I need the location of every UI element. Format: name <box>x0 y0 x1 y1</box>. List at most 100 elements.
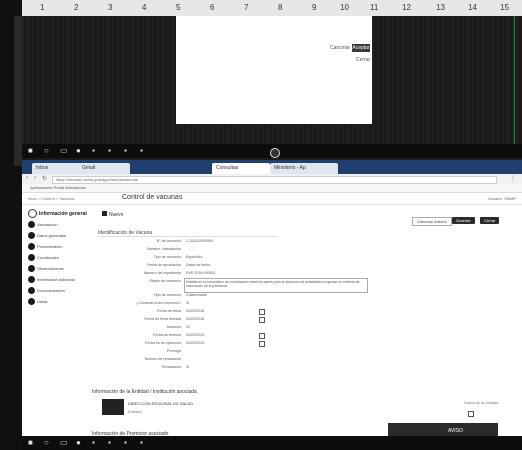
browser-icon[interactable]: ● <box>76 147 81 155</box>
form-row: Renovación Sí <box>94 364 394 371</box>
browser-tab[interactable]: Gmail <box>78 163 130 174</box>
url-input[interactable]: https://intranet.minsa.gob/app/control/v… <box>52 176 497 184</box>
nav-item[interactable]: Condiciones <box>28 254 90 262</box>
folder-icon[interactable]: ▪ <box>92 439 95 447</box>
browser-icon[interactable]: ● <box>76 439 81 447</box>
circle-icon <box>28 243 35 251</box>
form-row: Duración 12 <box>94 324 394 331</box>
cancel-edit-button[interactable]: Cancelar edición <box>412 217 452 226</box>
task-view-icon[interactable]: ▭ <box>60 439 68 447</box>
objective-textarea[interactable]: Establecer el mecanismo de coordinación … <box>184 278 368 293</box>
checkbox[interactable] <box>259 341 265 347</box>
field-value[interactable]: C-2018-0000000 <box>186 238 213 245</box>
main-content: Nuevo Cancelar edición Guardar Cerrar Id… <box>92 205 518 437</box>
nav-item[interactable]: Datos generales <box>28 232 90 240</box>
field-value[interactable]: Colaboración <box>186 292 207 299</box>
close-link[interactable]: Cerrar <box>356 57 370 63</box>
field-value[interactable]: 01/02/2019 <box>186 332 204 339</box>
ruler-tick: 11 <box>370 3 379 12</box>
field-value[interactable]: Datos de fecha <box>186 262 210 269</box>
field-value[interactable]: 12 <box>186 324 190 331</box>
circle-icon <box>28 265 35 273</box>
top-dialog <box>176 16 372 124</box>
ruler-tick: 6 <box>210 3 215 12</box>
breadcrumb[interactable]: Inicio > Control > Vacunas <box>28 196 75 201</box>
association-link[interactable]: Datos de la entidad <box>464 400 498 405</box>
field-value[interactable]: 01/02/2018 <box>186 316 204 323</box>
windows-start-icon[interactable]: ■ <box>28 439 33 447</box>
bookmarks-bar: Aplicaciones Portal Marcadores <box>22 184 522 193</box>
user-info[interactable]: Usuario: SMMP <box>488 196 516 201</box>
association-name[interactable]: DIRECCIÓN REGIONAL DE SALUD <box>128 401 193 406</box>
search-icon[interactable]: ○ <box>44 439 49 447</box>
browser-tab[interactable]: Ministerio - Ap <box>270 163 338 174</box>
nav-item[interactable]: Observaciones <box>28 265 90 273</box>
field-value[interactable]: Específico <box>186 254 203 261</box>
nav-item[interactable]: Listas <box>28 298 90 306</box>
folder-icon[interactable]: ▪ <box>92 147 95 155</box>
menu-icon[interactable]: ⋮ <box>510 175 516 182</box>
tab-bar: Inbox Gmail Consultas Ministerio - Ap <box>22 160 522 174</box>
form-row: Fecha de firma entidad 01/02/2018 <box>94 316 394 323</box>
app-icon[interactable]: ▪ <box>108 439 111 447</box>
nav-label: Datos generales <box>37 233 67 238</box>
search-icon[interactable]: ○ <box>44 147 49 155</box>
ruler-tick: 7 <box>244 3 249 12</box>
cancel-button[interactable]: Cancelar <box>330 45 350 51</box>
reload-icon[interactable]: ↻ <box>42 175 47 182</box>
field-value[interactable]: Sí <box>186 364 189 371</box>
circle-icon <box>28 232 35 240</box>
field-label: Tipo de convenio <box>153 255 181 259</box>
nav-item[interactable]: Vacunación <box>28 221 90 229</box>
browser-tab-active[interactable]: Consultas <box>212 163 270 174</box>
checkbox[interactable] <box>468 411 474 417</box>
field-label: Número del expediente <box>143 271 181 275</box>
circle-icon <box>28 287 35 295</box>
nav-item[interactable]: Información adicional <box>28 276 90 284</box>
field-label: Fecha de término <box>153 333 181 337</box>
ruler-tick: 4 <box>142 3 147 12</box>
nav-label: Observaciones <box>37 266 64 271</box>
close-button[interactable]: Cerrar <box>480 217 500 224</box>
back-icon[interactable]: ‹ <box>26 175 28 181</box>
browser-tab[interactable]: Inbox <box>32 163 80 174</box>
left-nav: Información general Vacunación Datos gen… <box>24 205 92 325</box>
accept-button[interactable]: Aceptar <box>352 44 370 52</box>
app-icon[interactable]: ▪ <box>124 439 127 447</box>
field-label: Renovación <box>162 365 181 369</box>
field-label: Fecha de firma entidad <box>144 317 181 321</box>
nav-item-general[interactable]: Información general <box>28 209 90 218</box>
nav-item[interactable]: Procedimiento <box>28 243 90 251</box>
checkbox[interactable] <box>259 317 265 323</box>
field-value[interactable]: 01/02/2018 <box>186 308 204 315</box>
field-value[interactable]: 01/02/2019 <box>186 340 204 347</box>
form-row: Nombre / descripción <box>94 246 394 253</box>
field-value[interactable]: Sí <box>186 300 189 307</box>
bookmarks-text[interactable]: Aplicaciones Portal Marcadores <box>30 185 86 190</box>
app-icon[interactable]: ▪ <box>140 147 143 155</box>
field-value[interactable]: EXP-2018-000001 <box>186 270 216 277</box>
new-icon <box>102 211 107 216</box>
form-row: Número del expediente EXP-2018-000001 <box>94 270 394 277</box>
save-button[interactable]: Guardar <box>452 217 475 224</box>
nav-item[interactable]: Documentación <box>28 287 90 295</box>
app-icon[interactable]: ▪ <box>108 147 111 155</box>
field-label: Fecha fin de ejecución <box>145 341 181 345</box>
toolbar-title: Nuevo <box>102 211 123 218</box>
task-view-icon[interactable]: ▭ <box>60 147 68 155</box>
ruler: 1 2 3 4 5 6 7 8 9 10 11 12 13 14 15 <box>22 0 522 17</box>
field-label: Duración <box>166 325 181 329</box>
form-row: Prórroga <box>94 348 394 355</box>
taskbar: ■ ○ ▭ ● ▪ ▪ ▪ ▪ <box>22 436 522 450</box>
field-label: ¿Convenio a otro convenio? <box>136 301 181 305</box>
nav-label: Vacunación <box>37 222 58 227</box>
checkbox[interactable] <box>259 333 265 339</box>
checkbox[interactable] <box>259 309 265 315</box>
windows-start-icon[interactable]: ■ <box>28 147 33 155</box>
page-title: Control de vacunas <box>122 194 183 201</box>
toolbar-label[interactable]: Nuevo <box>109 212 123 218</box>
circle-icon <box>28 209 37 218</box>
app-icon[interactable]: ▪ <box>124 147 127 155</box>
app-icon[interactable]: ▪ <box>140 439 143 447</box>
forward-icon[interactable]: › <box>34 175 36 181</box>
